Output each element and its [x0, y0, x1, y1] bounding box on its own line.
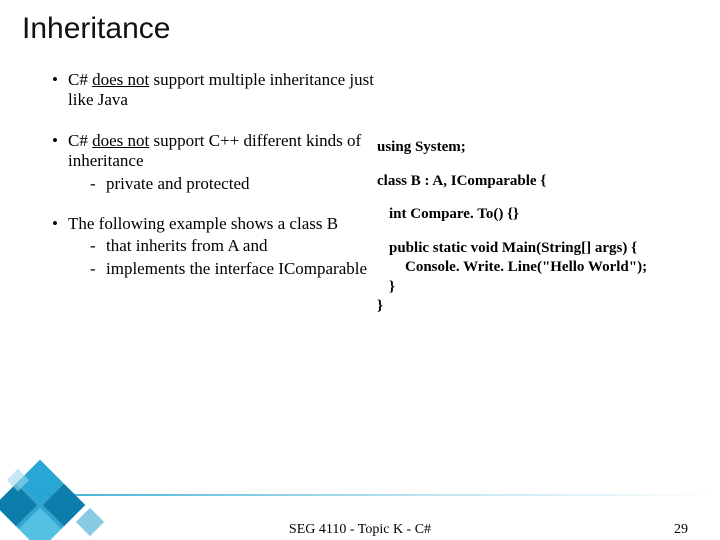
code-line: } — [377, 278, 672, 298]
dash-icon: - — [90, 259, 106, 279]
code-line: int Compare. To() {} — [377, 205, 672, 225]
bullet-dot: • — [52, 131, 68, 194]
bullet-2: • C# does not support C++ different kind… — [52, 131, 377, 194]
code-line: using System; — [377, 138, 672, 158]
sub-bullet: - private and protected — [90, 174, 377, 194]
text-underline: does not — [92, 70, 149, 89]
bullet-column: • C# does not support multiple inheritan… — [52, 70, 377, 317]
text: C# — [68, 131, 92, 150]
divider-bar — [0, 494, 720, 496]
text: that inherits from A and — [106, 236, 377, 256]
dash-icon: - — [90, 174, 106, 194]
sub-bullet: - that inherits from A and — [90, 236, 377, 256]
bullet-3: • The following example shows a class B … — [52, 214, 377, 279]
content-area: • C# does not support multiple inheritan… — [52, 70, 672, 317]
text: private and protected — [106, 174, 377, 194]
code-line: public static void Main(String[] args) { — [377, 239, 672, 259]
page-number: 29 — [674, 522, 688, 538]
code-column: using System; class B : A, IComparable {… — [377, 70, 672, 317]
bullet-dot: • — [52, 70, 68, 111]
text: The following example shows a class B — [68, 214, 338, 233]
footer-center: SEG 4110 - Topic K - C# — [289, 522, 431, 538]
bullet-dot: • — [52, 214, 68, 279]
text-underline: does not — [92, 131, 149, 150]
sub-bullet: - implements the interface IComparable — [90, 259, 377, 279]
dash-icon: - — [90, 236, 106, 256]
code-line: Console. Write. Line("Hello World"); — [377, 258, 672, 278]
slide: Inheritance • C# does not support multip… — [0, 0, 720, 540]
bullet-1: • C# does not support multiple inheritan… — [52, 70, 377, 111]
code-line: class B : A, IComparable { — [377, 172, 672, 192]
text: implements the interface IComparable — [106, 259, 377, 279]
page-title: Inheritance — [22, 12, 170, 46]
code-line: } — [377, 297, 672, 317]
text: C# — [68, 70, 92, 89]
